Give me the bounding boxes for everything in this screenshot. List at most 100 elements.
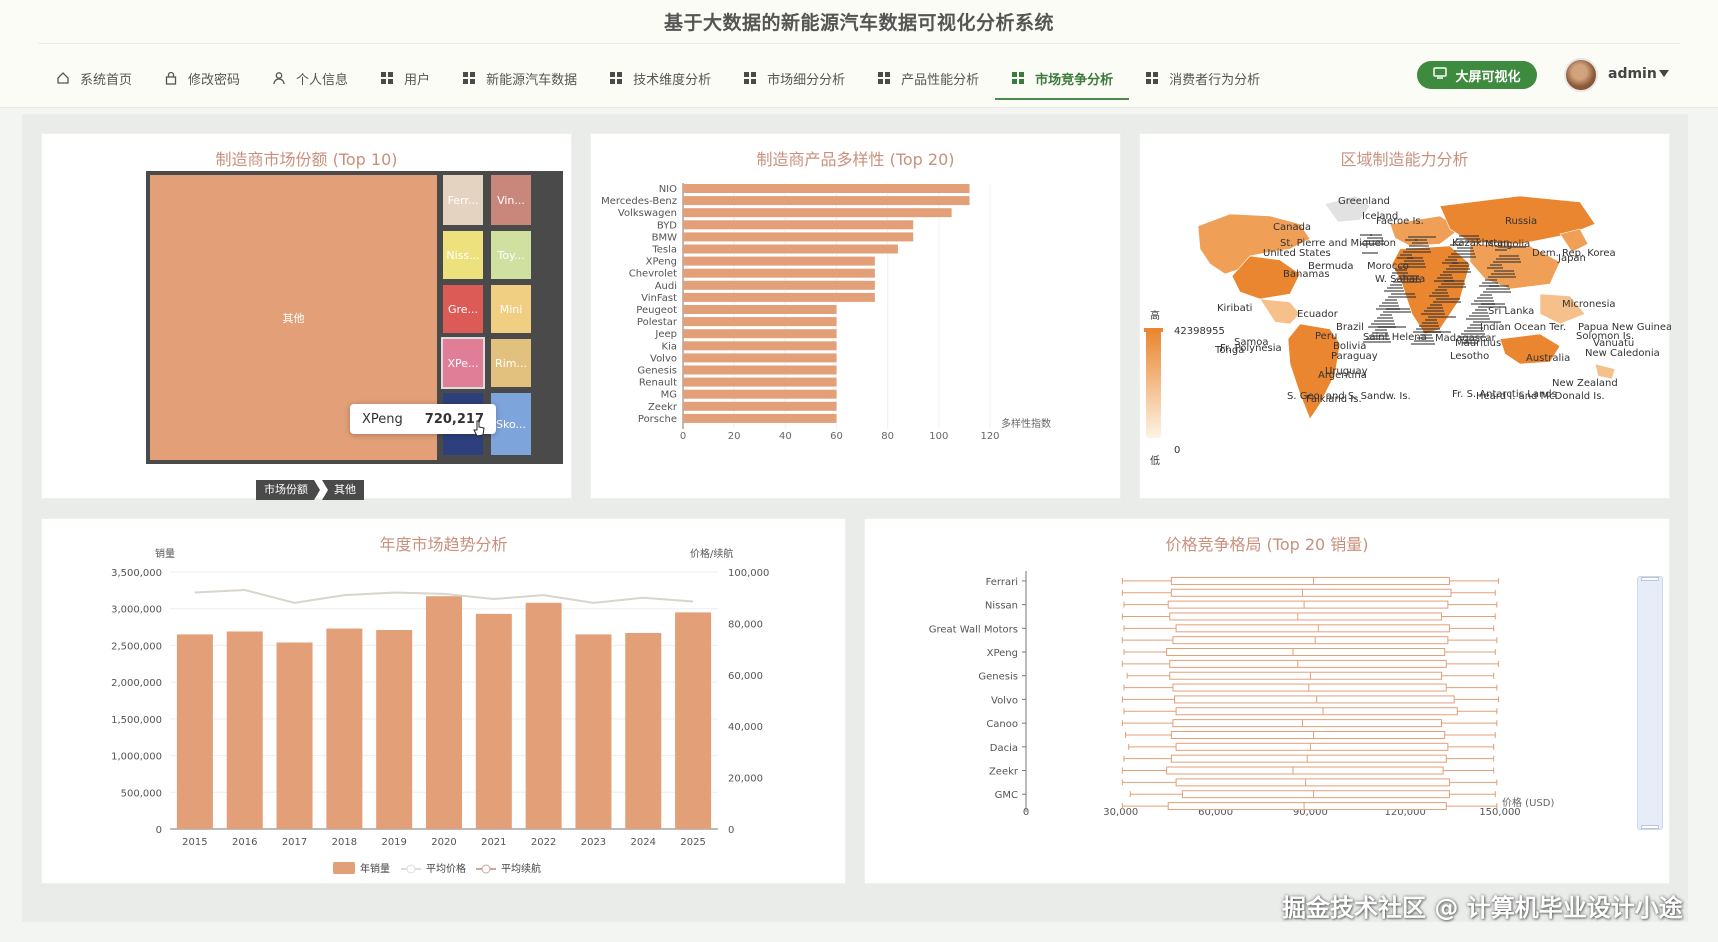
bar[interactable] [683, 401, 837, 411]
bar[interactable] [376, 630, 413, 829]
box[interactable] [1172, 719, 1443, 728]
box[interactable] [1175, 742, 1449, 751]
box[interactable] [1170, 588, 1452, 597]
bar[interactable] [675, 612, 712, 829]
avatar[interactable] [1564, 58, 1598, 92]
bar[interactable] [475, 613, 512, 829]
box[interactable] [1169, 671, 1443, 680]
box[interactable] [1166, 766, 1444, 775]
bar[interactable] [226, 631, 263, 829]
map-label-cluster [1437, 277, 1453, 279]
box[interactable] [1167, 802, 1447, 811]
treemap-tile[interactable]: Gre... [443, 285, 483, 333]
box[interactable] [1172, 683, 1447, 692]
bar[interactable] [683, 232, 914, 242]
bar[interactable] [683, 341, 837, 351]
bar[interactable] [683, 353, 837, 363]
bar[interactable] [683, 413, 837, 423]
bar[interactable] [176, 634, 213, 829]
boxplot-chart[interactable]: 0 30,000 60,000 90,000 120,000 150,000Ferrari… [865, 519, 1671, 885]
nav-item-1[interactable]: 修改密码 [148, 58, 256, 98]
map-label-cluster [1403, 251, 1431, 253]
chevron-down-icon[interactable] [1659, 70, 1669, 77]
bar[interactable] [525, 602, 562, 829]
nav-item-9[interactable]: 消费者行为分析 [1129, 58, 1276, 98]
map-label-cluster [1367, 237, 1383, 239]
bar[interactable] [683, 389, 837, 399]
legend-swatch-sales[interactable] [333, 862, 355, 874]
y-tick-label: Tesla [651, 245, 677, 256]
bar[interactable] [683, 305, 837, 314]
bar[interactable] [326, 628, 363, 829]
y-tick-label: GMC [995, 790, 1018, 801]
box[interactable] [1167, 600, 1449, 609]
y-left-tick-label: 1,500,000 [111, 715, 162, 726]
box[interactable] [1169, 612, 1443, 621]
box[interactable] [1170, 576, 1450, 585]
username[interactable]: admin [1608, 66, 1657, 82]
diversity-chart[interactable]: 0 20 40 60 80 100 120 NIOMercedes-BenzVolkswage… [591, 134, 1122, 500]
nav-item-7[interactable]: 产品性能分析 [861, 58, 995, 98]
world-map-chart[interactable]: GreenlandIcelandFaeroe Is. RussiaCanadaUn… [1140, 134, 1671, 500]
treemap-tile[interactable]: Ferr... [443, 175, 483, 225]
bar[interactable] [276, 642, 313, 829]
box[interactable] [1174, 695, 1455, 704]
box[interactable] [1170, 754, 1447, 763]
visual-map-handle[interactable] [1144, 328, 1163, 332]
bar[interactable] [683, 196, 970, 206]
breadcrumb-current[interactable]: 其他 [322, 480, 364, 500]
nav-item-4[interactable]: 新能源汽车数据 [446, 58, 593, 98]
bar[interactable] [683, 365, 837, 375]
bar[interactable] [683, 208, 952, 218]
legend-label[interactable]: 年销量 [360, 862, 390, 875]
treemap-tile[interactable]: Rim... [491, 339, 531, 387]
nav-item-5[interactable]: 技术维度分析 [593, 58, 727, 98]
box[interactable] [1175, 707, 1458, 716]
map-label-cluster [1452, 262, 1468, 264]
trend-chart[interactable]: 0 500,000 1,000,000 1,500,000 2,000,000 2,500… [42, 519, 847, 885]
box[interactable] [1170, 730, 1446, 739]
bar[interactable] [575, 634, 612, 829]
boxplot-zoom-slider[interactable] [1637, 576, 1663, 830]
bar[interactable] [683, 244, 898, 254]
bar[interactable] [683, 256, 875, 266]
bar[interactable] [683, 220, 914, 230]
bar[interactable] [683, 184, 970, 193]
slider-handle-bottom[interactable] [1641, 825, 1659, 829]
box[interactable] [1175, 778, 1450, 787]
treemap-tile[interactable]: Toy... [491, 231, 531, 279]
treemap-tile[interactable]: Niss... [443, 231, 483, 279]
nav-item-3[interactable]: 用户 [364, 58, 446, 98]
box[interactable] [1175, 624, 1450, 633]
box[interactable] [1169, 659, 1447, 668]
nav-item-8[interactable]: 市场竞争分析 [995, 58, 1130, 100]
nav-item-2[interactable]: 个人信息 [256, 58, 364, 98]
bar[interactable] [683, 317, 837, 327]
map-region[interactable] [1259, 298, 1301, 325]
map-label: Australia [1526, 353, 1570, 364]
nav-item-0[interactable]: 系统首页 [40, 58, 148, 98]
bar[interactable] [683, 377, 837, 387]
map-label-cluster [1393, 281, 1421, 283]
treemap-tile[interactable]: Vin... [491, 175, 531, 225]
treemap-tile[interactable]: Sko... [491, 393, 531, 455]
bar[interactable] [625, 632, 662, 829]
map-region[interactable] [1594, 363, 1616, 380]
treemap-tile[interactable]: XPe... [441, 337, 485, 389]
bar[interactable] [426, 596, 462, 829]
box[interactable] [1166, 648, 1446, 657]
nav-item-6[interactable]: 市场细分分析 [727, 58, 861, 98]
box[interactable] [1181, 790, 1450, 799]
treemap-tile[interactable]: Mini [491, 285, 531, 333]
slider-handle-top[interactable] [1641, 577, 1659, 581]
bar[interactable] [683, 329, 837, 339]
bigscreen-button[interactable]: 大屏可视化 [1417, 61, 1537, 89]
visual-map-bar[interactable] [1146, 330, 1161, 438]
bar[interactable] [683, 292, 875, 302]
bar[interactable] [683, 268, 875, 278]
box[interactable] [1172, 636, 1449, 645]
legend-label[interactable]: 平均价格 [426, 862, 466, 875]
legend-label[interactable]: 平均续航 [501, 862, 541, 875]
bar[interactable] [683, 280, 875, 290]
breadcrumb-root[interactable]: 市场份额 [256, 480, 320, 500]
